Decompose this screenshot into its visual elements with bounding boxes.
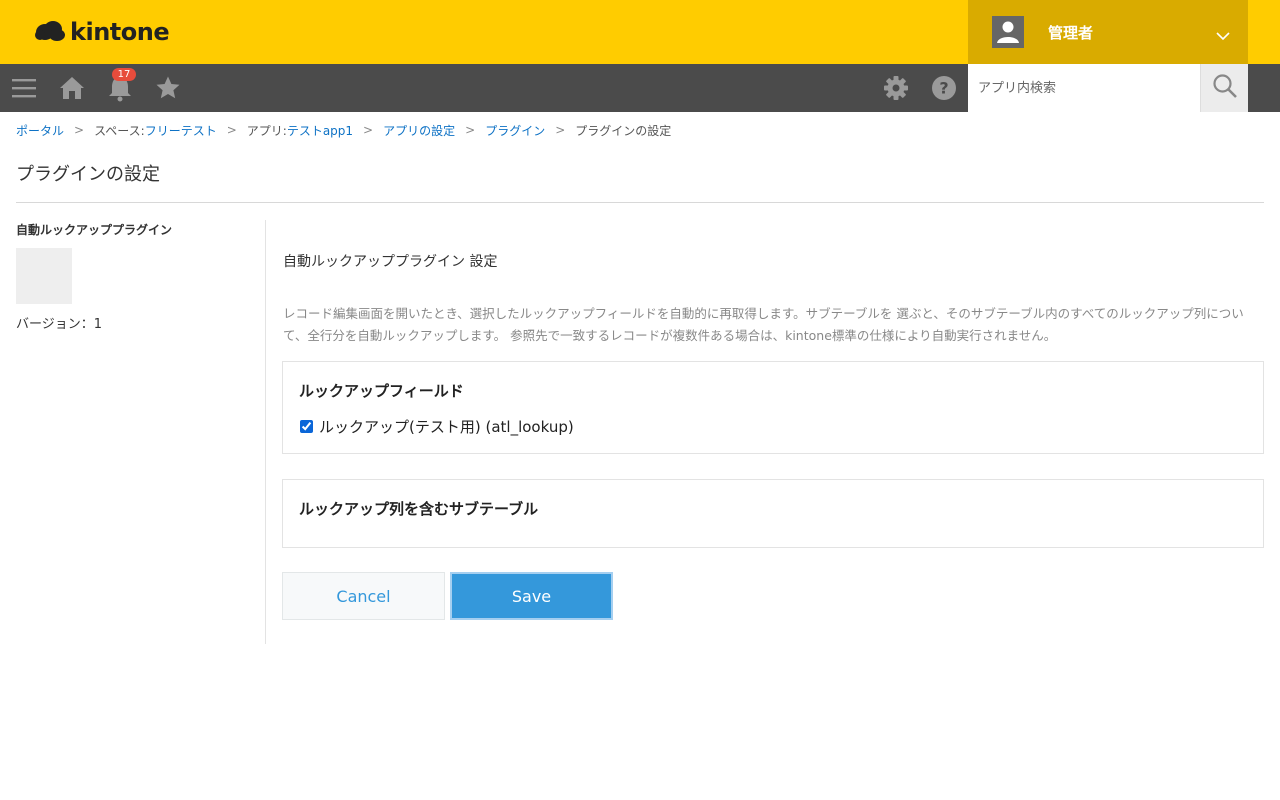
plugin-version: バージョン：1 (16, 317, 103, 332)
svg-text:?: ? (939, 79, 948, 98)
lookup-field-section: ルックアップフィールド ルックアップ(テスト用) (atl_lookup) (282, 361, 1264, 454)
breadcrumb-space-prefix: スペース: (94, 123, 145, 138)
breadcrumb-plugins[interactable]: プラグイン (485, 122, 545, 139)
page-title: プラグインの設定 (16, 164, 160, 185)
home-icon[interactable] (48, 64, 96, 112)
panel-divider (265, 220, 266, 644)
menu-icon[interactable] (0, 64, 48, 112)
breadcrumb-app-settings[interactable]: アプリの設定 (383, 122, 455, 139)
user-name: 管理者 (1048, 24, 1094, 42)
lookup-field-section-title: ルックアップフィールド (299, 382, 464, 400)
settings-title: 自動ルックアッププラグイン 設定 (283, 254, 498, 270)
plugin-name: 自動ルックアッププラグイン (16, 223, 173, 237)
search-button[interactable] (1200, 64, 1248, 112)
user-menu[interactable]: 管理者 (968, 0, 1248, 64)
favorites-star-icon[interactable] (144, 64, 192, 112)
breadcrumb: ポータル > スペース: フリーテスト > アプリ: テストapp1 > アプリ… (16, 121, 671, 139)
search-icon (1212, 73, 1238, 103)
settings-description: レコード編集画面を開いたとき、選択したルックアップフィールドを自動的に再取得しま… (283, 306, 1244, 343)
breadcrumb-separator: > (555, 123, 566, 137)
kintone-logo[interactable]: kintone (34, 16, 170, 48)
title-divider (16, 202, 1264, 203)
plugin-icon-placeholder (16, 248, 72, 304)
app-header: kintone 管理者 (0, 0, 1280, 64)
breadcrumb-separator: > (226, 123, 237, 137)
breadcrumb-separator: > (465, 123, 476, 137)
breadcrumb-separator: > (74, 123, 85, 137)
lookup-field-checkbox[interactable] (300, 420, 313, 433)
breadcrumb-current: プラグインの設定 (575, 123, 672, 138)
user-avatar-icon (992, 16, 1024, 48)
lookup-field-label: ルックアップ(テスト用) (atl_lookup) (319, 418, 574, 436)
cloud-logo-icon (34, 19, 66, 45)
save-button[interactable]: Save (450, 572, 613, 620)
breadcrumb-separator: > (363, 123, 374, 137)
cancel-button[interactable]: Cancel (282, 572, 445, 620)
subtable-section-title: ルックアップ列を含むサブテーブル (299, 500, 539, 518)
subtable-section: ルックアップ列を含むサブテーブル (282, 479, 1264, 548)
breadcrumb-space[interactable]: フリーテスト (145, 122, 217, 139)
settings-gear-icon[interactable] (872, 64, 920, 112)
logo-text: kintone (70, 18, 170, 46)
chevron-down-icon (1216, 26, 1230, 45)
breadcrumb-app-prefix: アプリ: (246, 123, 287, 138)
help-icon[interactable]: ? (920, 64, 968, 112)
lookup-field-option[interactable]: ルックアップ(テスト用) (atl_lookup) (299, 416, 574, 437)
app-search-input[interactable] (968, 64, 1200, 112)
notification-count-badge: 17 (112, 68, 136, 81)
breadcrumb-portal[interactable]: ポータル (16, 122, 64, 139)
breadcrumb-app[interactable]: テストapp1 (287, 122, 353, 139)
